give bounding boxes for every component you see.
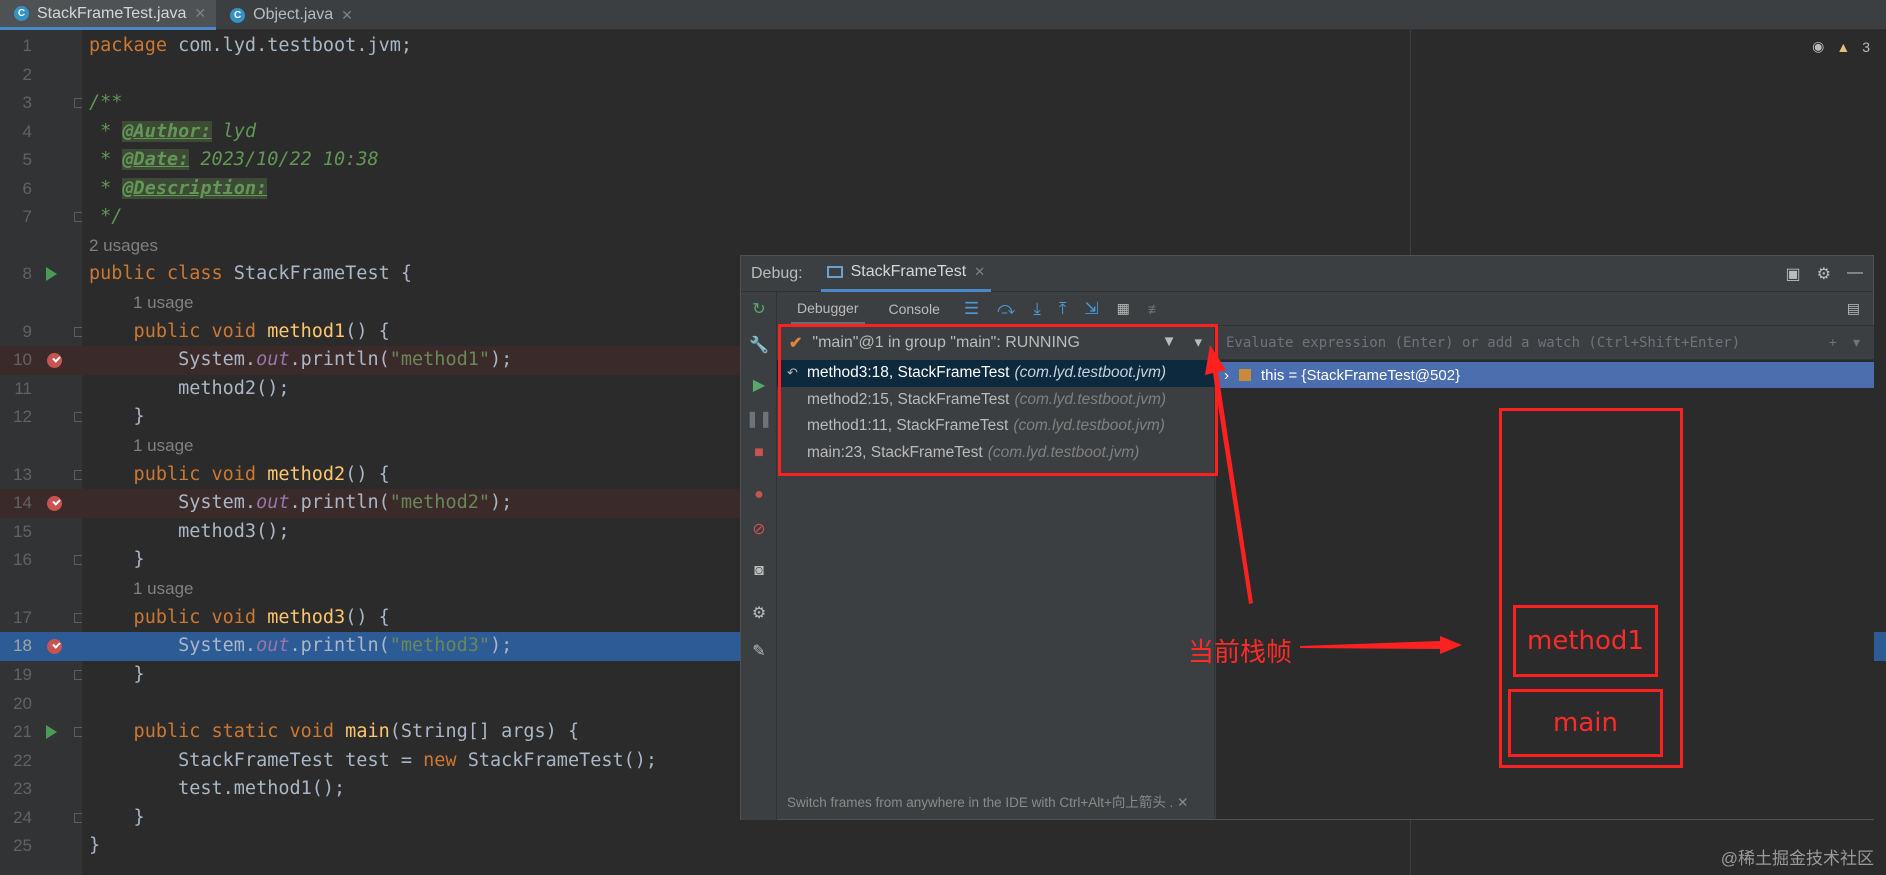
current-frame-label: 当前栈帧 xyxy=(1188,638,1293,668)
arrow-to-stack xyxy=(1300,636,1462,654)
watermark: @稀土掘金技术社区 xyxy=(1720,849,1874,868)
stack-frame-main: main xyxy=(1508,689,1663,757)
stack-frame-label: main xyxy=(1553,708,1618,738)
arrow-to-frames xyxy=(1205,345,1253,604)
stack-frame-method1: method1 xyxy=(1513,605,1658,677)
stack-frame-label: method1 xyxy=(1527,626,1644,656)
